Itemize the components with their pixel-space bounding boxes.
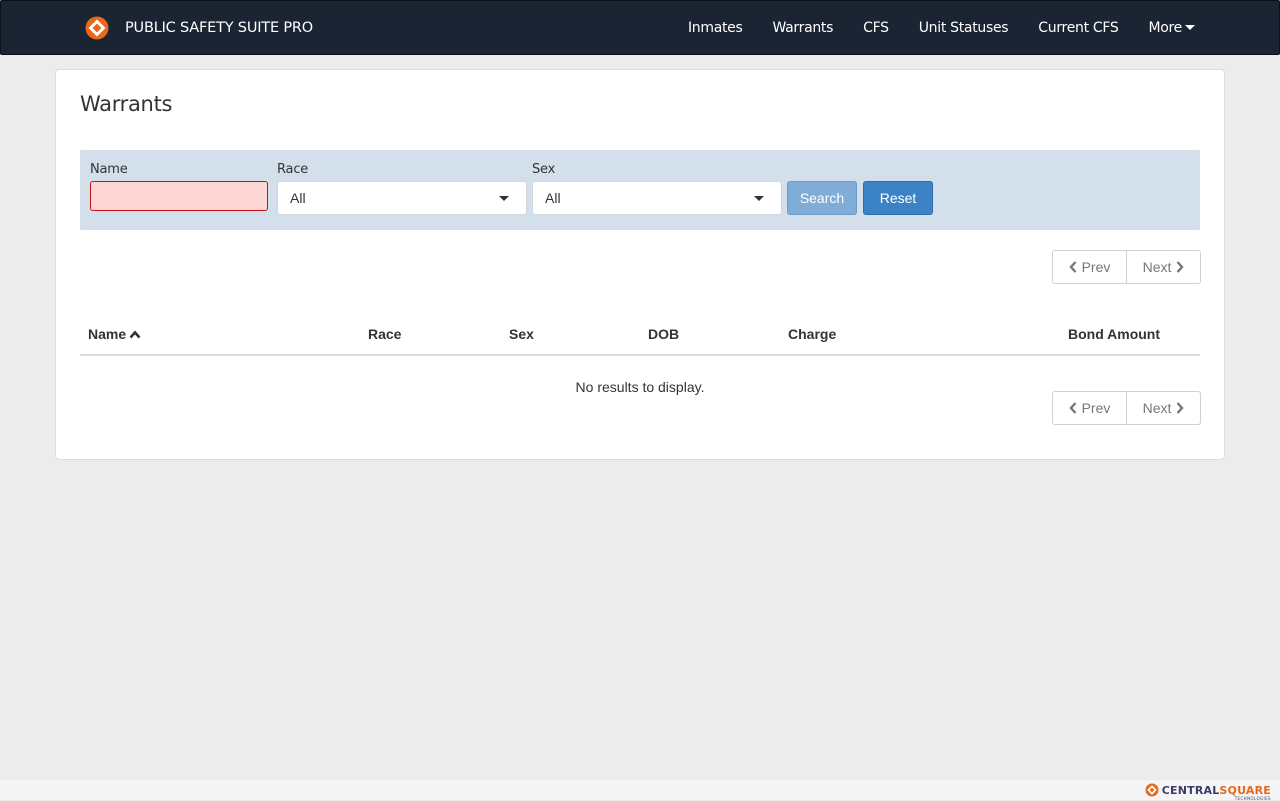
footer-logo-text: CENTRALSQUARE xyxy=(1162,785,1271,796)
warrants-card: Warrants Name Race All Sex All Search Re… xyxy=(55,69,1225,460)
sex-select-value: All xyxy=(545,190,561,206)
next-label: Next xyxy=(1142,400,1172,416)
nav-item-unit-statuses[interactable]: Unit Statuses xyxy=(919,20,1009,36)
brand-name: PUBLIC SAFETY SUITE PRO xyxy=(125,20,313,36)
table-header: Name Race Sex DOB Charge Bond Amount xyxy=(80,324,1200,356)
page-title: Warrants xyxy=(80,92,173,116)
sex-select[interactable]: All xyxy=(532,181,782,215)
centralsquare-logo-icon xyxy=(1145,783,1159,797)
caret-down-icon xyxy=(1185,25,1195,30)
footer-logo-text-b: SQUARE xyxy=(1219,783,1271,797)
column-header-dob[interactable]: DOB xyxy=(648,326,679,342)
footer-logo-subtext: TECHNOLOGIES xyxy=(1234,796,1271,801)
sort-ascending-icon xyxy=(129,330,141,338)
chevron-left-icon xyxy=(1068,261,1076,273)
footer: CENTRALSQUARE TECHNOLOGIES xyxy=(0,780,1280,801)
nav-item-current-cfs[interactable]: Current CFS xyxy=(1038,20,1119,36)
reset-button[interactable]: Reset xyxy=(863,181,933,215)
race-select-value: All xyxy=(290,190,306,206)
chevron-left-icon xyxy=(1068,402,1076,414)
column-header-bond-amount[interactable]: Bond Amount xyxy=(1068,326,1160,342)
footer-logo-text-a: CENTRAL xyxy=(1161,783,1220,797)
next-label: Next xyxy=(1142,259,1172,275)
chevron-right-icon xyxy=(1176,402,1185,414)
chevron-down-icon xyxy=(499,196,509,201)
column-header-race[interactable]: Race xyxy=(368,326,401,342)
more-label: More xyxy=(1148,19,1182,36)
filter-panel: Name Race All Sex All Search Reset xyxy=(80,150,1200,230)
column-header-label: Name xyxy=(88,326,127,342)
next-page-button[interactable]: Next xyxy=(1127,250,1201,284)
empty-results-message: No results to display. xyxy=(575,379,705,395)
pager-bottom: Prev Next xyxy=(1052,391,1201,425)
chevron-down-icon xyxy=(754,196,764,201)
nav-item-inmates[interactable]: Inmates xyxy=(688,20,743,36)
sex-label: Sex xyxy=(532,162,556,177)
nav-menu: Inmates Warrants CFS Unit Statuses Curre… xyxy=(658,1,1195,54)
race-label: Race xyxy=(277,162,309,177)
prev-label: Prev xyxy=(1081,400,1111,416)
column-header-sex[interactable]: Sex xyxy=(509,326,534,342)
race-select[interactable]: All xyxy=(277,181,527,215)
nav-item-warrants[interactable]: Warrants xyxy=(772,20,833,36)
brand[interactable]: PUBLIC SAFETY SUITE PRO xyxy=(85,15,313,41)
column-header-charge[interactable]: Charge xyxy=(788,326,836,342)
search-button[interactable]: Search xyxy=(787,181,857,215)
next-page-button[interactable]: Next xyxy=(1127,391,1201,425)
name-input[interactable] xyxy=(90,181,268,211)
name-label: Name xyxy=(90,162,128,177)
column-header-name[interactable]: Name xyxy=(88,326,141,342)
nav-item-more-dropdown[interactable]: More xyxy=(1148,20,1195,36)
nav-item-cfs[interactable]: CFS xyxy=(863,20,889,36)
prev-label: Prev xyxy=(1081,259,1111,275)
prev-page-button[interactable]: Prev xyxy=(1052,391,1127,425)
prev-page-button[interactable]: Prev xyxy=(1052,250,1127,284)
top-navbar: PUBLIC SAFETY SUITE PRO Inmates Warrants… xyxy=(0,0,1280,55)
brand-logo-icon xyxy=(85,16,109,40)
pager-top: Prev Next xyxy=(1052,250,1201,284)
chevron-right-icon xyxy=(1176,261,1185,273)
